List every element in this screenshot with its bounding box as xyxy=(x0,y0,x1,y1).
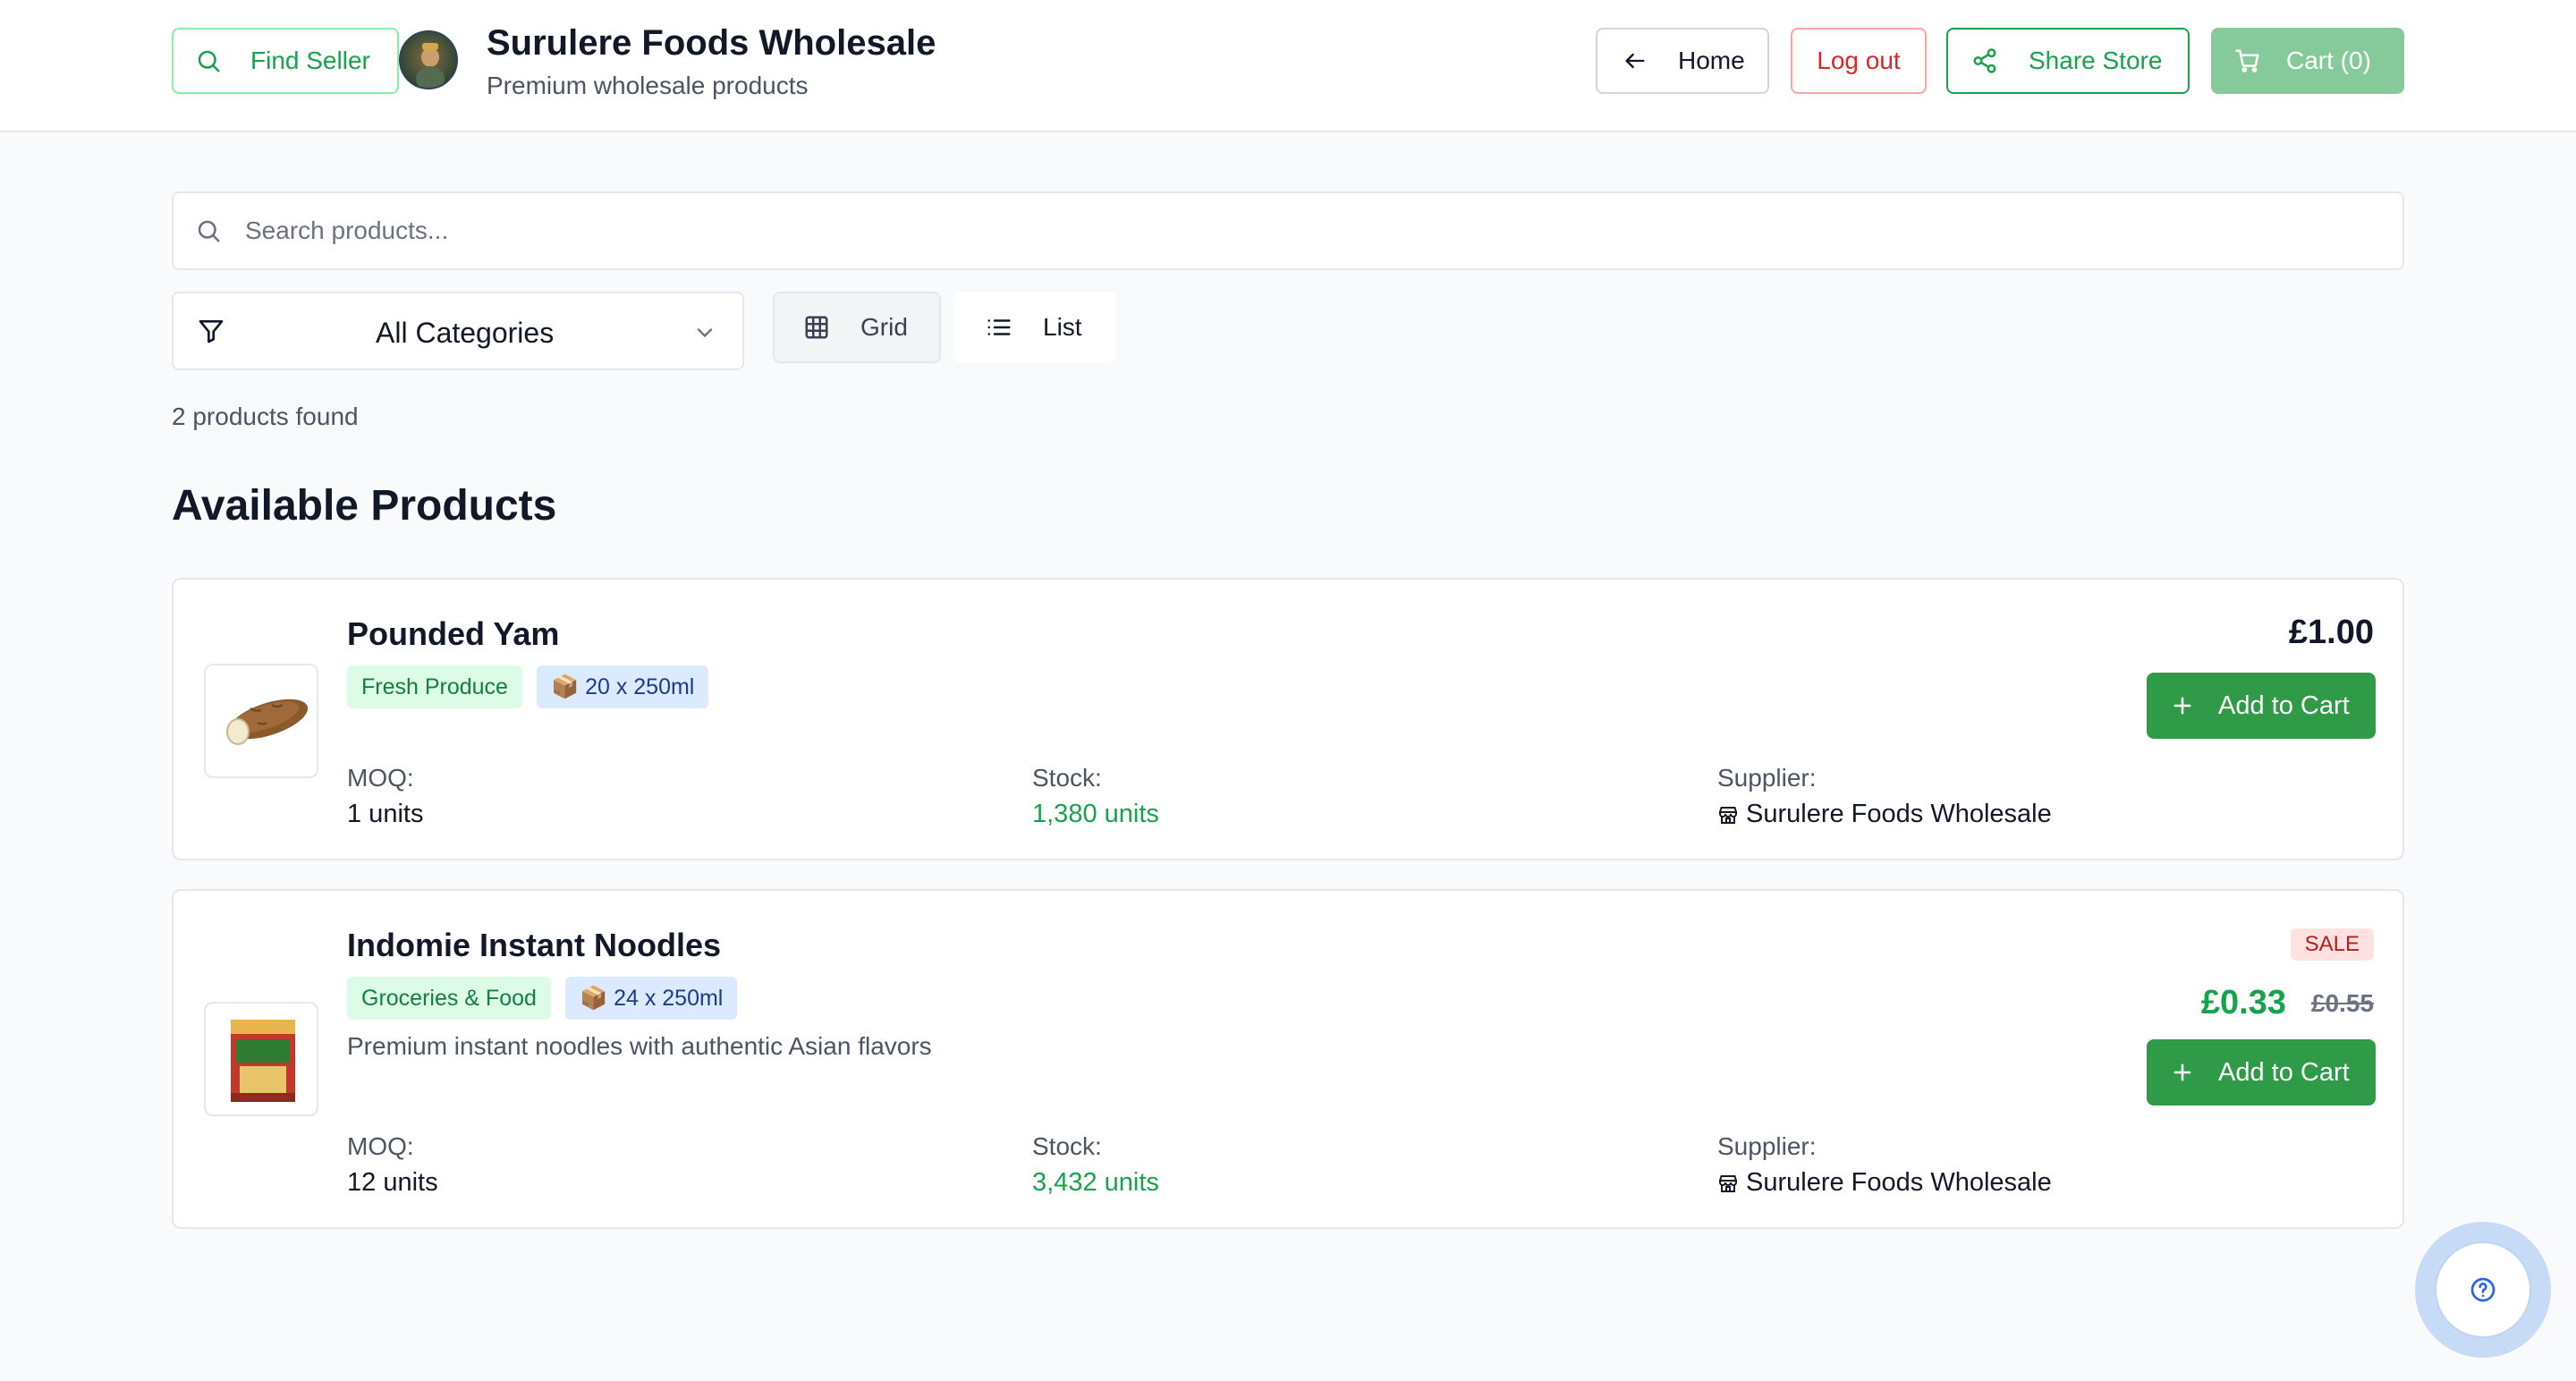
list-icon xyxy=(987,319,1011,335)
arrow-left-icon xyxy=(1625,53,1645,69)
stock-label: Stock: xyxy=(1032,1132,1102,1160)
supplier-name: Surulere Foods Wholesale xyxy=(1746,800,2052,828)
add-to-cart-label: Add to Cart xyxy=(2218,1057,2350,1087)
product-card: Pounded Yam Fresh Produce 📦 20 x 250ml M… xyxy=(172,578,2404,860)
cart-button[interactable]: Cart (0) xyxy=(2211,28,2404,94)
top-header: Find Seller Surulere Foods Wholesale Pre… xyxy=(0,0,2576,132)
moq-value: 12 units xyxy=(347,1168,438,1197)
logout-button[interactable]: Log out xyxy=(1791,28,1927,94)
supplier-value: Surulere Foods Wholesale xyxy=(1717,1168,2052,1198)
product-name: Indomie Instant Noodles xyxy=(347,927,722,963)
list-view-button[interactable]: List xyxy=(955,292,1116,363)
search-icon xyxy=(198,220,220,242)
help-icon xyxy=(2470,1277,2496,1302)
product-price: £1.00 xyxy=(2288,614,2374,651)
pack-size-tag: 📦 24 x 250ml xyxy=(565,977,738,1020)
pack-size-tag: 📦 20 x 250ml xyxy=(537,665,709,708)
stock-label: Stock: xyxy=(1032,764,1102,792)
product-image-noodles xyxy=(204,1002,318,1116)
plus-icon xyxy=(2174,1063,2191,1081)
plus-icon xyxy=(2174,697,2191,715)
share-store-label: Share Store xyxy=(2029,47,2163,74)
product-card: Indomie Instant Noodles Groceries & Food… xyxy=(172,889,2404,1229)
moq-label: MOQ: xyxy=(347,764,414,792)
store-name: Surulere Foods Wholesale xyxy=(487,23,936,63)
store-avatar xyxy=(399,30,458,89)
supplier-value: Surulere Foods Wholesale xyxy=(1717,800,2052,829)
find-seller-label: Find Seller xyxy=(250,47,370,74)
moq-value: 1 units xyxy=(347,800,424,828)
section-title: Available Products xyxy=(172,482,557,530)
home-label: Home xyxy=(1678,47,1745,74)
share-store-button[interactable]: Share Store xyxy=(1946,28,2190,94)
grid-view-button[interactable]: Grid xyxy=(773,292,941,363)
add-to-cart-button[interactable]: Add to Cart xyxy=(2147,1039,2376,1106)
supplier-name: Surulere Foods Wholesale xyxy=(1746,1168,2052,1197)
category-select[interactable]: All Categories xyxy=(172,292,744,370)
supplier-label: Supplier: xyxy=(1717,1132,1817,1160)
home-button[interactable]: Home xyxy=(1596,28,1769,94)
list-view-label: List xyxy=(1043,313,1082,341)
store-tagline: Premium wholesale products xyxy=(487,72,809,99)
cart-icon xyxy=(2235,49,2259,72)
category-tag: Fresh Produce xyxy=(347,665,522,708)
product-image-yam xyxy=(204,664,318,778)
find-seller-button[interactable]: Find Seller xyxy=(172,28,399,94)
product-description: Premium instant noodles with authentic A… xyxy=(347,1032,932,1060)
products-found-count: 2 products found xyxy=(172,402,359,430)
logout-label: Log out xyxy=(1817,47,1901,74)
original-price: £0.55 xyxy=(2310,989,2374,1017)
moq-label: MOQ: xyxy=(347,1132,414,1160)
share-icon xyxy=(1973,48,1996,73)
store-icon xyxy=(1719,806,1737,824)
add-to-cart-button[interactable]: Add to Cart xyxy=(2147,673,2376,739)
supplier-label: Supplier: xyxy=(1717,764,1817,792)
store-icon xyxy=(1719,1174,1737,1192)
search-input[interactable] xyxy=(245,216,2302,245)
add-to-cart-label: Add to Cart xyxy=(2218,690,2350,720)
filter-icon xyxy=(199,320,224,343)
product-name: Pounded Yam xyxy=(347,615,560,652)
sale-badge: SALE xyxy=(2290,928,2374,961)
sale-price: £0.33 xyxy=(2200,984,2286,1021)
search-icon xyxy=(198,50,220,72)
chevron-down-icon xyxy=(697,328,713,338)
product-search-box[interactable] xyxy=(172,191,2404,270)
grid-view-label: Grid xyxy=(860,313,908,341)
stock-value: 1,380 units xyxy=(1032,800,1159,828)
cart-label: Cart (0) xyxy=(2286,47,2371,74)
stock-value: 3,432 units xyxy=(1032,1168,1159,1197)
grid-icon xyxy=(805,316,828,339)
help-button[interactable] xyxy=(2435,1241,2531,1338)
category-select-value: All Categories xyxy=(376,317,555,349)
category-tag: Groceries & Food xyxy=(347,977,551,1020)
